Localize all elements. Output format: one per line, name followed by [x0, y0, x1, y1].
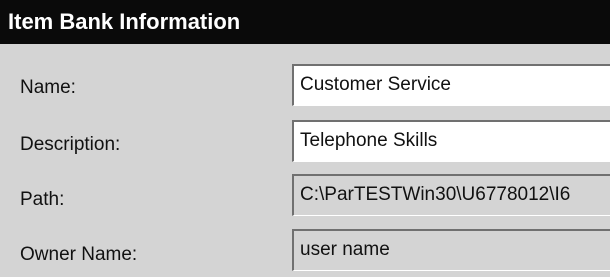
- item-bank-information-panel: Item Bank Information Name: Customer Ser…: [0, 0, 610, 277]
- description-field[interactable]: Telephone Skills: [292, 120, 610, 162]
- panel-title: Item Bank Information: [0, 0, 610, 44]
- name-label: Name:: [20, 77, 76, 98]
- form-body: Name: Customer Service Description: Tele…: [0, 44, 610, 277]
- owner-name-label: Owner Name:: [20, 244, 138, 265]
- path-label: Path:: [20, 189, 65, 210]
- description-label: Description:: [20, 134, 121, 155]
- owner-name-field: user name: [292, 229, 610, 271]
- path-field: C:\ParTESTWin30\U6778012\I6: [292, 174, 610, 216]
- name-field[interactable]: Customer Service: [292, 64, 610, 106]
